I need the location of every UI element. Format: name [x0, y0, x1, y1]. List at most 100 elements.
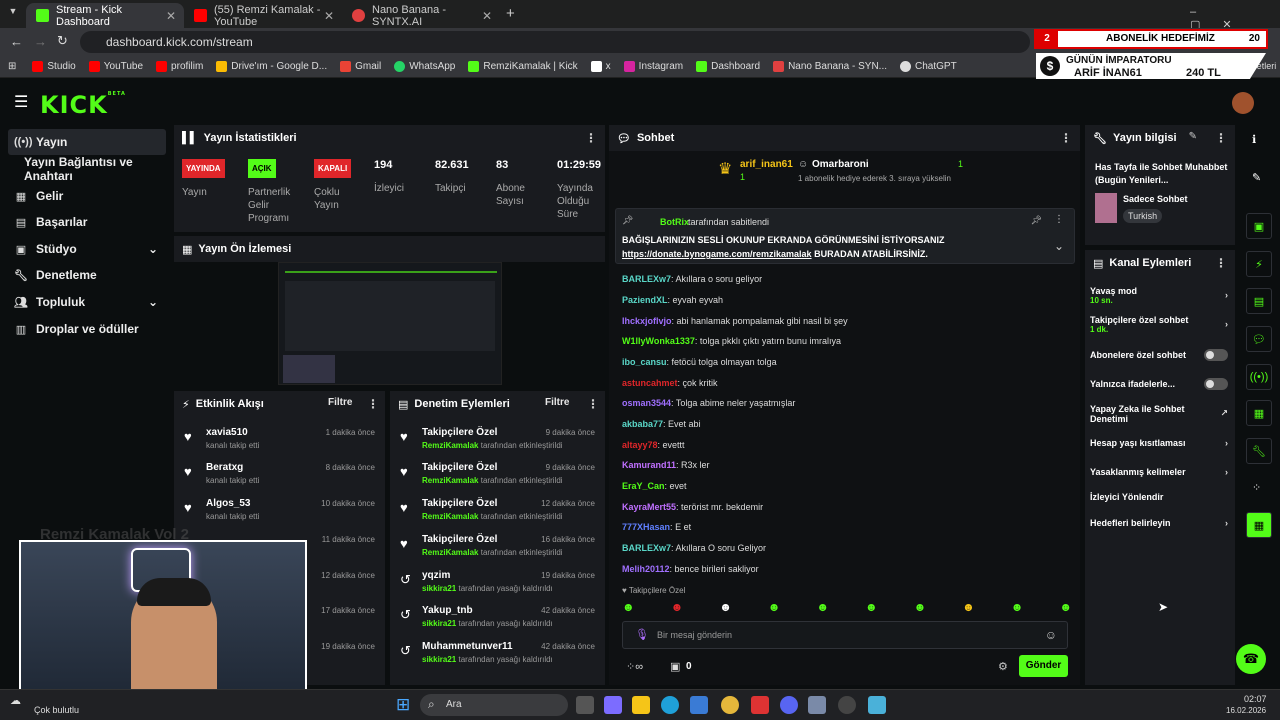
subscribers-only-toggle[interactable]	[1204, 349, 1228, 361]
user-avatar[interactable]	[1232, 92, 1254, 114]
bookmark-chatgpt[interactable]: ChatGPT	[900, 61, 957, 72]
bookmark-studio[interactable]: Studio	[32, 61, 76, 72]
moderation-filter-button[interactable]: Filtre	[545, 397, 569, 408]
action-slow-mode[interactable]: Yavaş mod 10 sn. ›	[1090, 286, 1228, 305]
tab-list-icon[interactable]: ▼	[6, 6, 20, 20]
task-view-icon[interactable]	[576, 696, 594, 714]
emote-icon[interactable]: ☻	[622, 600, 635, 616]
store-icon[interactable]	[690, 696, 708, 714]
sidebar-item-topluluk[interactable]: 👥︎ Topluluk ⌄	[8, 289, 166, 315]
app-icon[interactable]	[808, 696, 826, 714]
rail-button-bolt[interactable]: ⚡︎	[1246, 251, 1272, 277]
action-banned-words[interactable]: Yasaklanmış kelimeler ›	[1090, 467, 1228, 477]
chat-username[interactable]: Ihckxjoflvjo	[622, 316, 672, 326]
action-raid[interactable]: İzleyici Yönlendir	[1090, 492, 1163, 502]
chevron-down-icon[interactable]: ⌄	[1054, 239, 1064, 253]
emote-icon[interactable]: ☻	[671, 600, 684, 616]
forward-icon[interactable]: →	[34, 34, 47, 49]
gift-target[interactable]: Omarbaroni	[812, 159, 869, 170]
chat-username[interactable]: ibo_cansu	[622, 357, 667, 367]
rail-button-studio[interactable]: ▦	[1246, 400, 1272, 426]
bookmark-instagram[interactable]: Instagram	[623, 61, 683, 72]
sidebar-item-gelir[interactable]: ▦ Gelir	[8, 183, 166, 209]
info-icon[interactable]: ℹ	[1252, 133, 1256, 146]
more-options-icon[interactable]: ⋮	[587, 397, 599, 411]
bookmark-dashboard[interactable]: Dashboard	[696, 61, 760, 72]
emote-icon[interactable]: ☻	[768, 600, 781, 616]
clock-date[interactable]: 16.02.2026	[1226, 706, 1266, 715]
bookmark-kick[interactable]: RemziKamalak | Kick	[468, 61, 578, 72]
action-followers-only[interactable]: Takipçilere özel sohbet 1 dk. ›	[1090, 315, 1228, 334]
emote-icon[interactable]: ☻	[914, 600, 927, 616]
gift-icon[interactable]: ▣	[670, 660, 680, 673]
back-icon[interactable]: ←	[10, 34, 23, 49]
sidebar-item-yayin[interactable]: ((•)) Yayın	[8, 129, 166, 155]
microphone-icon[interactable]: 🎙︎	[635, 628, 649, 641]
more-options-icon[interactable]: ⋮	[1215, 256, 1227, 270]
emote-icon[interactable]: ☻	[719, 600, 732, 616]
edge-icon[interactable]	[661, 696, 679, 714]
bookmark-nano-banana[interactable]: Nano Banana - SYN...	[773, 61, 887, 72]
tab-kick-dashboard[interactable]: Stream - Kick Dashboard ✕	[26, 3, 184, 28]
emote-only-toggle[interactable]	[1204, 378, 1228, 390]
discord-icon[interactable]	[780, 696, 798, 714]
bookmark-youtube[interactable]: YouTube	[88, 61, 143, 72]
sidebar-item-stream-key[interactable]: Yayın Bağlantısı ve Anahtarı	[8, 155, 166, 183]
sidebar-item-droplar[interactable]: ▥ Droplar ve ödüller	[8, 316, 166, 342]
bookmark-whatsapp[interactable]: WhatsApp	[394, 61, 455, 72]
url-field[interactable]: dashboard.kick.com/stream	[80, 31, 1030, 53]
sidebar-item-studyo[interactable]: ▣ Stüdyo ⌄	[8, 236, 166, 262]
reload-icon[interactable]: ↻	[57, 33, 68, 49]
emote-icon[interactable]: ☻	[1059, 600, 1072, 616]
chat-username[interactable]: Kamurand11	[622, 460, 676, 470]
more-options-icon[interactable]: ⋮	[367, 397, 379, 411]
tab-syntx[interactable]: Nano Banana - SYNTX.AI ✕	[342, 3, 500, 28]
activity-filter-button[interactable]: Filtre	[328, 397, 352, 408]
rail-button-wrench[interactable]: 🔧︎	[1246, 438, 1272, 464]
bookmark-gmail[interactable]: Gmail	[340, 61, 381, 72]
sidebar-item-denetleme[interactable]: 🔧︎ Denetleme	[8, 262, 166, 288]
emote-icon[interactable]: ☻	[816, 600, 829, 616]
stream-preview-video[interactable]	[278, 262, 502, 385]
gift-user[interactable]: arif_inan61	[740, 159, 793, 170]
rail-button-doc[interactable]: ▤	[1246, 288, 1272, 314]
close-tab-icon[interactable]: ✕	[166, 9, 176, 23]
infinity-icon[interactable]: ⁘∞	[626, 660, 643, 673]
bookmark-drive[interactable]: Drive'ım - Google D...	[216, 61, 327, 72]
app-icon[interactable]	[751, 696, 769, 714]
taskbar-search[interactable]: ⌕ Ara	[420, 694, 568, 716]
bookmark-x[interactable]: x	[590, 61, 611, 72]
chat-username[interactable]: astuncahmet	[622, 378, 678, 388]
chat-input[interactable]: 🎙︎ Bir mesaj gönderin ☺	[622, 621, 1068, 649]
close-tab-icon[interactable]: ✕	[482, 9, 492, 23]
emoji-icon[interactable]: ☺	[1045, 628, 1057, 642]
edit-icon[interactable]: ✎	[1252, 171, 1261, 184]
action-goals[interactable]: Hedefleri belirleyin ›	[1090, 518, 1228, 528]
clock-time[interactable]: 02:07	[1244, 694, 1267, 704]
chat-username[interactable]: 777XHasan	[622, 522, 670, 532]
rail-button-1[interactable]: ▣	[1246, 213, 1272, 239]
rail-button-chat[interactable]: 💬︎	[1246, 326, 1272, 352]
emote-icon[interactable]: ☻	[865, 600, 878, 616]
sidebar-item-basarilar[interactable]: ▤ Başarılar	[8, 209, 166, 235]
action-ai-moderation[interactable]: Yapay Zeka ile Sohbet Denetimi ↗	[1090, 404, 1228, 424]
rail-button-broadcast[interactable]: ((•))	[1246, 364, 1272, 390]
chat-username[interactable]: BARLEXw7	[622, 274, 671, 284]
chat-username[interactable]: EraY_Can	[622, 481, 665, 491]
media-player-icon[interactable]	[838, 696, 856, 714]
send-button[interactable]: Gönder	[1019, 655, 1068, 677]
action-emote-only[interactable]: Yalnızca ifadelerle...	[1090, 379, 1175, 389]
emote-icon[interactable]: ☻	[962, 600, 975, 616]
chat-username[interactable]: osman3544	[622, 398, 671, 408]
chat-username[interactable]: akbaba77	[622, 419, 663, 429]
file-explorer-icon[interactable]	[632, 696, 650, 714]
support-chat-button[interactable]: ☎	[1236, 644, 1266, 674]
notepad-icon[interactable]	[868, 696, 886, 714]
chat-username[interactable]: PaziendXL	[622, 295, 668, 305]
action-account-age[interactable]: Hesap yaşı kısıtlaması ›	[1090, 438, 1228, 448]
copilot-icon[interactable]	[604, 696, 622, 714]
kick-logo[interactable]: KICKBETA	[40, 91, 126, 119]
close-tab-icon[interactable]: ✕	[324, 9, 334, 23]
edit-icon[interactable]: ✎	[1189, 131, 1197, 142]
pin-icon[interactable]: 📌︎	[1031, 215, 1042, 226]
